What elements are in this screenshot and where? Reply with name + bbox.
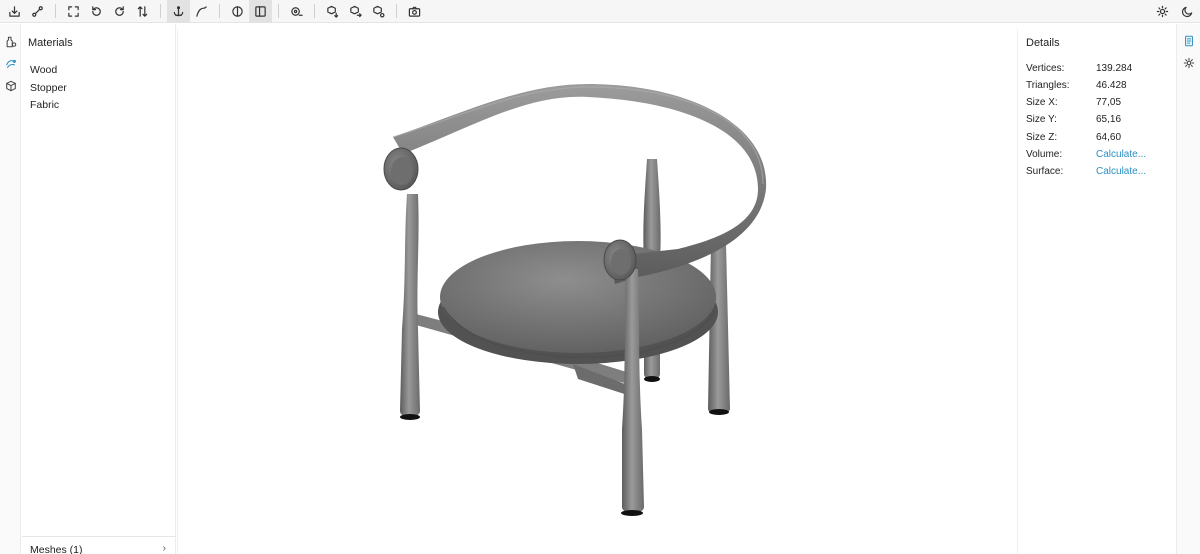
detail-label: Surface: [1026, 166, 1064, 177]
flip-axis-icon[interactable] [131, 0, 154, 23]
settings-gear-icon[interactable] [1177, 52, 1200, 74]
fit-view-icon[interactable] [62, 0, 85, 23]
detail-label: Volume: [1026, 149, 1063, 160]
material-item-stopper[interactable]: Stopper [30, 81, 67, 99]
details-title: Details [1026, 37, 1060, 49]
anchor-icon[interactable] [167, 0, 190, 23]
detail-label: Triangles: [1026, 80, 1070, 91]
tube-highlight [392, 86, 764, 185]
cube-down-icon[interactable] [321, 0, 344, 23]
materials-panel: Materials Wood Stopper Fabric Meshes (1)… [22, 24, 176, 554]
cube-settings-icon[interactable] [367, 0, 390, 23]
materials-icon[interactable] [0, 53, 21, 75]
toolbar-divider [314, 4, 315, 18]
top-toolbar [0, 0, 1200, 23]
armrest-cap-inner [611, 249, 631, 275]
measure-icon[interactable] [285, 0, 308, 23]
cube-icon[interactable] [0, 75, 21, 97]
leg-stopper [400, 414, 420, 420]
back-leg-right [708, 244, 730, 414]
detail-row-size-z: Size Z: 64,60 [1026, 132, 1171, 149]
draw-curve-icon[interactable] [190, 0, 213, 23]
detail-row-size-x: Size X: 77,05 [1026, 97, 1171, 114]
rotate-left-icon[interactable] [85, 0, 108, 23]
meshes-section-toggle[interactable]: Meshes (1) › [22, 536, 176, 554]
detail-value: 77,05 [1096, 97, 1122, 108]
moon-icon[interactable] [1174, 0, 1200, 23]
details-doc-icon[interactable] [1177, 30, 1200, 52]
details-panel: Details Vertices: 139.284 Triangles: 46.… [1019, 24, 1173, 554]
detail-value: 65,16 [1096, 114, 1122, 125]
meshes-label: Meshes (1) [30, 544, 83, 554]
left-icon-strip [0, 24, 21, 554]
detail-value: 64,60 [1096, 132, 1122, 143]
material-item-wood[interactable]: Wood [30, 63, 67, 81]
detail-label: Size Z: [1026, 132, 1058, 143]
cube-right-icon[interactable] [344, 0, 367, 23]
detail-label: Size Y: [1026, 114, 1057, 125]
leg-stopper [644, 376, 660, 382]
rotate-right-icon[interactable] [108, 0, 131, 23]
contrast-icon[interactable] [226, 0, 249, 23]
detail-label: Size X: [1026, 97, 1058, 108]
toolbar-divider [219, 4, 220, 18]
toolbar-divider [160, 4, 161, 18]
chair-model [383, 84, 767, 516]
toolbar-right [1151, 0, 1200, 23]
detail-row-triangles: Triangles: 46.428 [1026, 80, 1171, 97]
calculate-volume-link[interactable]: Calculate... [1096, 149, 1146, 160]
materials-title: Materials [28, 37, 73, 49]
detail-label: Vertices: [1026, 63, 1065, 74]
leg-stopper [621, 510, 643, 516]
detail-row-volume: Volume: Calculate... [1026, 149, 1171, 166]
bottle-icon[interactable] [0, 31, 21, 53]
right-icon-strip [1176, 24, 1200, 554]
toolbar-divider [396, 4, 397, 18]
calculate-surface-link[interactable]: Calculate... [1096, 166, 1146, 177]
leg-stopper [709, 409, 729, 415]
3d-viewport[interactable] [177, 29, 1018, 554]
front-leg-left [400, 194, 420, 417]
materials-list: Wood Stopper Fabric [30, 63, 67, 116]
toolbar-divider [55, 4, 56, 18]
toolbar-divider [278, 4, 279, 18]
sun-icon[interactable] [1151, 0, 1174, 23]
panel-icon[interactable] [249, 0, 272, 23]
camera-icon[interactable] [403, 0, 426, 23]
detail-value: 139.284 [1096, 63, 1133, 74]
detail-row-vertices: Vertices: 139.284 [1026, 63, 1171, 80]
material-item-fabric[interactable]: Fabric [30, 98, 67, 116]
armrest-cap-inner [391, 157, 413, 185]
detail-row-surface: Surface: Calculate... [1026, 166, 1171, 183]
detail-value: 46.428 [1096, 80, 1127, 91]
path-icon[interactable] [26, 0, 49, 23]
chevron-right-icon: › [162, 543, 166, 554]
import-icon[interactable] [3, 0, 26, 23]
detail-row-size-y: Size Y: 65,16 [1026, 114, 1171, 131]
